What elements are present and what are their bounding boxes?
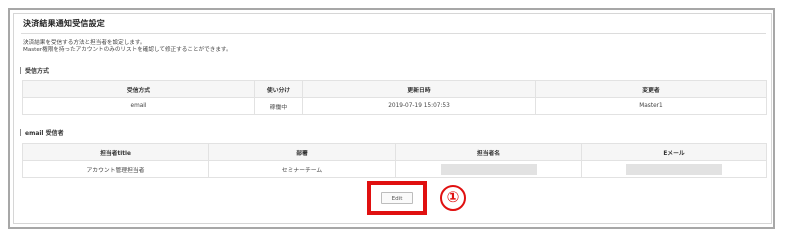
table-header-row: 受信方式 使い分け 更新日時 変更者 [22,80,767,98]
table-row: アカウント管理担当者 セミナーチーム [22,160,767,178]
section-receive-method-text: 受信方式 [25,68,50,75]
column-header: 更新日時 [302,80,536,98]
section-email-recipients-label: email 受信者 [20,128,64,137]
column-header: 担当者名 [395,143,582,161]
section-marker [20,67,21,74]
section-marker [20,129,21,136]
column-header: 変更者 [535,80,767,98]
person-title-cell: アカウント管理担当者 [22,160,209,178]
column-header: 使い分け [254,80,303,98]
changed-by-cell: Master1 [535,97,767,115]
email-cell [581,160,767,178]
column-header: Eメール [581,143,767,161]
redacted-email [626,163,722,175]
page-title: 決済結果通知受信設定 [23,19,105,28]
section-email-recipients-text: email 受信者 [25,130,64,137]
title-divider [21,33,766,34]
department-cell: セミナーチーム [208,160,396,178]
redacted-name [440,163,537,175]
receive-method-table: 受信方式 使い分け 更新日時 変更者 email 稼働中 2019-07-19 … [22,80,767,115]
table-header-row: 担当者title 部署 担当者名 Eメール [22,143,767,161]
description-line: 決済結果を受信する方法と担当者を設定します。 [23,40,146,46]
person-name-cell [395,160,582,178]
page-description: 決済結果を受信する方法と担当者を設定します。 Master権限を持ったアカウント… [23,40,232,54]
section-receive-method-label: 受信方式 [20,66,49,75]
edit-highlight-box: Edit [367,181,427,215]
email-recipients-table: 担当者title 部署 担当者名 Eメール アカウント管理担当者 セミナーチーム [22,143,767,178]
updated-at-cell: 2019-07-19 15:07:53 [302,97,536,115]
status-cell: 稼働中 [254,97,303,115]
column-header: 部署 [208,143,396,161]
method-cell: email [22,97,255,115]
column-header: 担当者title [22,143,209,161]
step-number-marker: ① [440,185,466,211]
table-row: email 稼働中 2019-07-19 15:07:53 Master1 [22,97,767,115]
description-line: Master権限を持ったアカウントのみのリストを確認して修正することができます。 [23,47,232,53]
edit-button[interactable]: Edit [381,192,413,204]
column-header: 受信方式 [22,80,255,98]
